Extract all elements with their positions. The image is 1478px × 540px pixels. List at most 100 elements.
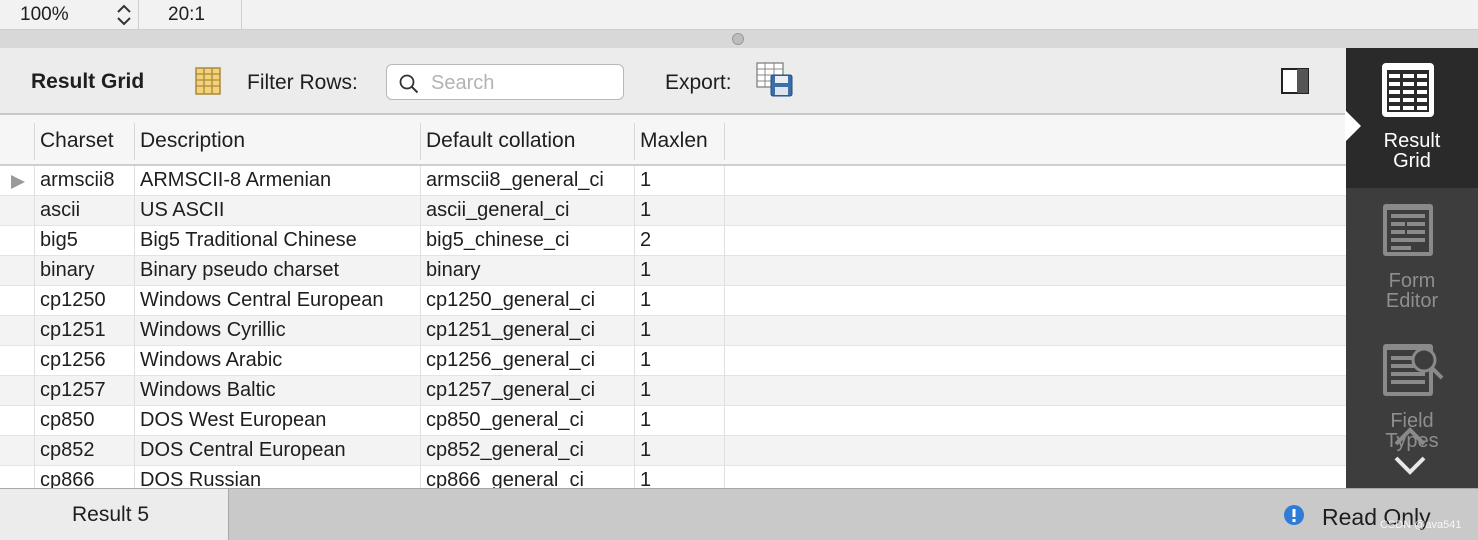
cell-maxlen[interactable]: 1 bbox=[635, 166, 725, 196]
view-sidebar: Result Grid Form Editor Field Types bbox=[1345, 48, 1478, 488]
toolbar-title: Result Grid bbox=[31, 70, 145, 93]
cell-description[interactable]: Windows Baltic bbox=[135, 376, 421, 406]
column-header-description[interactable]: Description bbox=[135, 123, 421, 160]
export-icon[interactable] bbox=[756, 62, 794, 98]
sidebar-item-form-editor[interactable]: Form Editor bbox=[1346, 188, 1478, 328]
cell-default-collation[interactable]: cp866_general_ci bbox=[421, 466, 635, 488]
row-marker bbox=[0, 166, 35, 196]
export-label: Export: bbox=[665, 71, 732, 94]
search-field[interactable] bbox=[386, 64, 624, 100]
cell-maxlen[interactable]: 1 bbox=[635, 196, 725, 226]
cell-maxlen[interactable]: 1 bbox=[635, 376, 725, 406]
result-grid[interactable]: Charset Description Default collation Ma… bbox=[0, 115, 1346, 488]
table-row[interactable]: cp1251 Windows Cyrillic cp1251_general_c… bbox=[0, 316, 1346, 346]
row-marker bbox=[0, 286, 35, 316]
cell-default-collation[interactable]: binary bbox=[421, 256, 635, 286]
cell-description[interactable]: Big5 Traditional Chinese bbox=[135, 226, 421, 256]
cell-description[interactable]: Windows Central European bbox=[135, 286, 421, 316]
cell-charset[interactable]: cp866 bbox=[35, 466, 135, 488]
cell-description[interactable]: US ASCII bbox=[135, 196, 421, 226]
cell-default-collation[interactable]: cp1257_general_ci bbox=[421, 376, 635, 406]
cell-charset[interactable]: cp1256 bbox=[35, 346, 135, 376]
cell-default-collation[interactable]: cp1256_general_ci bbox=[421, 346, 635, 376]
row-marker bbox=[0, 376, 35, 406]
cell-charset[interactable]: cp1251 bbox=[35, 316, 135, 346]
column-header-charset[interactable]: Charset bbox=[35, 123, 135, 160]
cell-description[interactable]: Binary pseudo charset bbox=[135, 256, 421, 286]
search-icon bbox=[399, 74, 419, 94]
cell-charset[interactable]: ascii bbox=[35, 196, 135, 226]
cell-maxlen[interactable]: 1 bbox=[635, 316, 725, 346]
field-types-icon bbox=[1383, 344, 1444, 396]
cell-default-collation[interactable]: cp1251_general_ci bbox=[421, 316, 635, 346]
cell-default-collation[interactable]: big5_chinese_ci bbox=[421, 226, 635, 256]
cell-default-collation[interactable]: cp1250_general_ci bbox=[421, 286, 635, 316]
cell-default-collation[interactable]: ascii_general_ci bbox=[421, 196, 635, 226]
cell-maxlen[interactable]: 1 bbox=[635, 286, 725, 316]
table-row[interactable]: armscii8 ARMSCII-8 Armenian armscii8_gen… bbox=[0, 166, 1346, 196]
cell-default-collation[interactable]: cp852_general_ci bbox=[421, 436, 635, 466]
cell-description[interactable]: Windows Cyrillic bbox=[135, 316, 421, 346]
cell-description[interactable]: DOS West European bbox=[135, 406, 421, 436]
stepper-icon[interactable] bbox=[114, 2, 134, 28]
column-header-maxlen[interactable]: Maxlen bbox=[635, 123, 725, 160]
scroll-chevron-icon[interactable] bbox=[1390, 424, 1430, 478]
cell-charset[interactable]: cp852 bbox=[35, 436, 135, 466]
cell-maxlen[interactable]: 1 bbox=[635, 346, 725, 376]
result-tabs-bar: Result 5 Read Only CSDN @ava541 bbox=[0, 488, 1478, 540]
cell-description[interactable]: DOS Russian bbox=[135, 466, 421, 488]
table-row[interactable]: big5 Big5 Traditional Chinese big5_chine… bbox=[0, 226, 1346, 256]
splitter-handle[interactable] bbox=[732, 33, 744, 45]
cell-charset[interactable]: cp1257 bbox=[35, 376, 135, 406]
grid-layout-icon[interactable] bbox=[195, 67, 221, 95]
row-marker bbox=[0, 196, 35, 226]
row-marker bbox=[0, 346, 35, 376]
cell-maxlen[interactable]: 1 bbox=[635, 406, 725, 436]
row-marker bbox=[0, 436, 35, 466]
row-marker-header bbox=[0, 123, 35, 160]
current-row-icon bbox=[11, 175, 25, 189]
search-input[interactable] bbox=[431, 69, 617, 97]
cell-maxlen[interactable]: 1 bbox=[635, 466, 725, 488]
cell-default-collation[interactable]: cp850_general_ci bbox=[421, 406, 635, 436]
cell-default-collation[interactable]: armscii8_general_ci bbox=[421, 166, 635, 196]
table-row[interactable]: ascii US ASCII ascii_general_ci 1 bbox=[0, 196, 1346, 226]
row-marker bbox=[0, 226, 35, 256]
cell-maxlen[interactable]: 1 bbox=[635, 256, 725, 286]
table-row[interactable]: binary Binary pseudo charset binary 1 bbox=[0, 256, 1346, 286]
cell-charset[interactable]: binary bbox=[35, 256, 135, 286]
tab-label: Result 5 bbox=[72, 503, 150, 526]
table-row[interactable]: cp866 DOS Russian cp866_general_ci 1 bbox=[0, 466, 1346, 488]
tab-result-5[interactable]: Result 5 bbox=[0, 489, 229, 540]
sidebar-label-line2: Editor bbox=[1385, 290, 1439, 312]
cursor-position-value: 20:1 bbox=[168, 4, 205, 25]
cell-description[interactable]: DOS Central European bbox=[135, 436, 421, 466]
form-editor-icon bbox=[1383, 204, 1433, 256]
table-row[interactable]: cp1250 Windows Central European cp1250_g… bbox=[0, 286, 1346, 316]
cell-description[interactable]: ARMSCII-8 Armenian bbox=[135, 166, 421, 196]
cell-charset[interactable]: cp1250 bbox=[35, 286, 135, 316]
column-header-default-collation[interactable]: Default collation bbox=[421, 123, 635, 160]
watermark: CSDN @ava541 bbox=[1380, 519, 1462, 531]
pane-splitter[interactable] bbox=[0, 30, 1478, 48]
cell-description[interactable]: Windows Arabic bbox=[135, 346, 421, 376]
table-row[interactable]: cp1256 Windows Arabic cp1256_general_ci … bbox=[0, 346, 1346, 376]
cell-maxlen[interactable]: 1 bbox=[635, 436, 725, 466]
cell-charset[interactable]: armscii8 bbox=[35, 166, 135, 196]
sidebar-label-line2: Grid bbox=[1393, 150, 1431, 172]
filter-rows-label: Filter Rows: bbox=[247, 71, 358, 94]
table-row[interactable]: cp1257 Windows Baltic cp1257_general_ci … bbox=[0, 376, 1346, 406]
table-row[interactable]: cp852 DOS Central European cp852_general… bbox=[0, 436, 1346, 466]
sidebar-label-line1: Form bbox=[1388, 270, 1436, 292]
row-marker bbox=[0, 316, 35, 346]
cell-maxlen[interactable]: 2 bbox=[635, 226, 725, 256]
status-strip: 100% 20:1 bbox=[0, 0, 1478, 30]
table-row[interactable]: cp850 DOS West European cp850_general_ci… bbox=[0, 406, 1346, 436]
panel-toggle-icon[interactable] bbox=[1281, 68, 1309, 94]
row-marker bbox=[0, 406, 35, 436]
cell-charset[interactable]: cp850 bbox=[35, 406, 135, 436]
row-marker bbox=[0, 256, 35, 286]
cell-charset[interactable]: big5 bbox=[35, 226, 135, 256]
zoom-control[interactable]: 100% bbox=[0, 0, 139, 30]
sidebar-item-result-grid[interactable]: Result Grid bbox=[1345, 48, 1478, 188]
